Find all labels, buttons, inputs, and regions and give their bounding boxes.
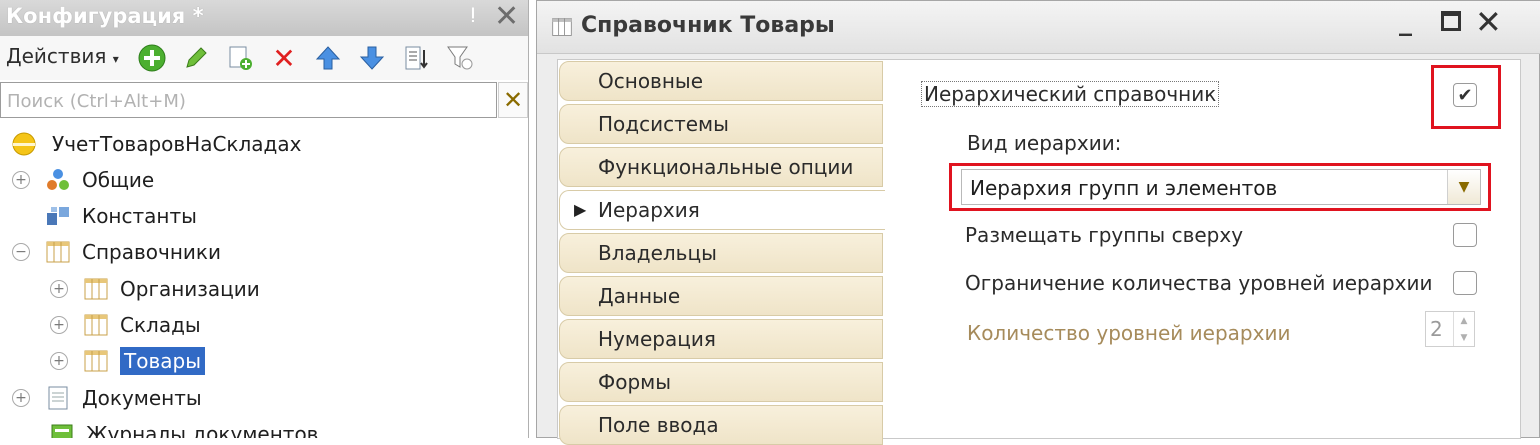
window-title-bar: Справочник Товары _ ✕ — [537, 1, 1540, 54]
hierarchy-type-select[interactable]: Иерархия групп и элементов ▼ — [961, 169, 1481, 205]
constants-icon — [44, 202, 72, 230]
tree-item-organizations[interactable]: + Организации — [50, 271, 260, 307]
levels-count-value: 2 — [1430, 317, 1443, 341]
dropdown-arrow-icon: ▾ — [112, 52, 119, 66]
spinner-arrows-icon[interactable]: ▲ ▼ — [1453, 312, 1474, 346]
tree-item-label: УчетТоваровНаСкладах — [52, 132, 302, 156]
catalog-editor-window: Справочник Товары _ ✕ Основные Подсистем… — [536, 0, 1540, 445]
tree-item-label: Склады — [120, 313, 201, 337]
journals-icon — [48, 420, 76, 438]
tree-item-documents[interactable]: + Документы — [12, 380, 202, 416]
catalog-icon — [82, 275, 110, 303]
delete-icon[interactable]: ✕ — [268, 42, 300, 75]
limit-levels-checkbox[interactable] — [1453, 271, 1477, 295]
expand-icon[interactable]: + — [50, 280, 68, 298]
move-up-icon[interactable] — [312, 42, 344, 74]
tab-functional-options[interactable]: Функциональные опции — [559, 147, 883, 187]
filter-icon[interactable] — [444, 42, 476, 74]
tree-item-label: Журналы документов — [86, 422, 319, 438]
close-icon[interactable]: ✕ — [1475, 3, 1502, 41]
tree-item-label: Общие — [82, 168, 155, 192]
tab-label: Владельцы — [598, 241, 717, 265]
checkmark-icon: ✔ — [1457, 84, 1473, 106]
documents-icon — [44, 384, 72, 412]
tree-item-label-selected: Товары — [120, 347, 205, 375]
hierarchy-settings: Иерархический справочник ✔ Вид иерархии:… — [883, 59, 1501, 437]
tab-label: Функциональные опции — [598, 155, 854, 179]
tree-item-constants[interactable]: Константы — [44, 198, 197, 234]
move-down-icon[interactable] — [356, 42, 388, 74]
catalogs-icon — [44, 238, 72, 266]
levels-count-spinner[interactable]: 2 ▲ ▼ — [1425, 311, 1475, 347]
panel-title: Конфигурация * — [6, 4, 204, 28]
tab-main[interactable]: Основные — [559, 61, 883, 101]
tab-input-field[interactable]: Поле ввода — [559, 405, 883, 445]
window-title: Справочник Товары — [581, 13, 835, 38]
sort-list-icon[interactable] — [400, 42, 432, 74]
edit-pencil-icon[interactable] — [180, 42, 212, 74]
tree-item-catalogs[interactable]: − Справочники — [12, 234, 221, 270]
tab-label: Поле ввода — [598, 413, 719, 437]
tab-label: Основные — [598, 69, 704, 93]
dropdown-arrow-icon[interactable]: ▼ — [1447, 170, 1480, 204]
actions-label: Действия — [6, 44, 107, 68]
hierarchical-catalog-label: Иерархический справочник — [921, 81, 1220, 107]
tab-forms[interactable]: Формы — [559, 362, 883, 402]
tree-item-goods[interactable]: + Товары — [50, 343, 205, 379]
tab-data[interactable]: Данные — [559, 276, 883, 316]
tab-label: Формы — [598, 370, 672, 394]
minimize-icon[interactable]: _ — [1399, 7, 1412, 37]
tab-label: Нумерация — [598, 327, 716, 351]
expand-icon[interactable]: + — [50, 316, 68, 334]
tab-label: Данные — [598, 284, 681, 308]
tree-item-label: Константы — [82, 204, 197, 228]
maximize-icon[interactable] — [1441, 11, 1461, 31]
actions-menu-button[interactable]: Действия ▾ — [6, 44, 119, 68]
configuration-panel: Конфигурация * ⵑ ✕ Действия ▾ ✕ ✕ — [0, 0, 529, 438]
tree-item-warehouses[interactable]: + Склады — [50, 307, 201, 343]
tab-hierarchy[interactable]: ▶ Иерархия — [559, 190, 885, 230]
groups-on-top-checkbox[interactable] — [1453, 223, 1477, 247]
tree-item-label: Организации — [120, 277, 260, 301]
panel-title-bar: Конфигурация * ⵑ ✕ — [0, 0, 528, 36]
collapse-icon[interactable]: − — [12, 243, 30, 261]
tree-item-root[interactable]: УчетТоваровНаСкладах — [10, 126, 301, 162]
tab-label: Подсистемы — [598, 112, 729, 136]
tab-owners[interactable]: Владельцы — [559, 233, 883, 273]
tree-item-common[interactable]: + Общие — [12, 162, 154, 198]
limit-levels-label: Ограничение количества уровней иерархии — [965, 271, 1433, 295]
hierarchy-type-value: Иерархия групп и элементов — [970, 176, 1278, 200]
close-icon[interactable]: ✕ — [494, 0, 519, 34]
tab-numbering[interactable]: Нумерация — [559, 319, 883, 359]
tab-label: Иерархия — [598, 198, 700, 222]
search-field[interactable] — [0, 82, 497, 118]
catalog-icon — [551, 16, 573, 42]
expand-icon[interactable]: + — [50, 352, 68, 370]
search-input[interactable] — [5, 85, 489, 117]
tree-item-label: Справочники — [82, 240, 221, 264]
catalog-icon — [82, 311, 110, 339]
common-icon — [44, 166, 72, 194]
add-icon[interactable] — [136, 42, 168, 74]
pin-icon[interactable]: ⵑ — [470, 3, 476, 27]
expand-icon[interactable]: + — [12, 171, 30, 189]
copy-icon[interactable] — [224, 42, 256, 74]
hierarchical-checkbox[interactable]: ✔ — [1453, 83, 1477, 107]
expand-icon[interactable]: + — [12, 389, 30, 407]
hierarchy-type-label: Вид иерархии: — [967, 131, 1122, 155]
tree-item-journals[interactable]: Журналы документов — [48, 416, 318, 438]
groups-on-top-label: Размещать группы сверху — [965, 223, 1244, 247]
levels-count-label: Количество уровней иерархии — [967, 321, 1291, 345]
catalog-icon — [82, 347, 110, 375]
clear-search-icon[interactable]: ✕ — [498, 82, 528, 118]
panel-toolbar: Действия ▾ ✕ — [0, 36, 528, 80]
configuration-root-icon — [10, 130, 38, 158]
tree-item-label: Документы — [82, 386, 202, 410]
current-tab-arrow-icon: ▶ — [574, 200, 587, 219]
tab-subsystems[interactable]: Подсистемы — [559, 104, 883, 144]
